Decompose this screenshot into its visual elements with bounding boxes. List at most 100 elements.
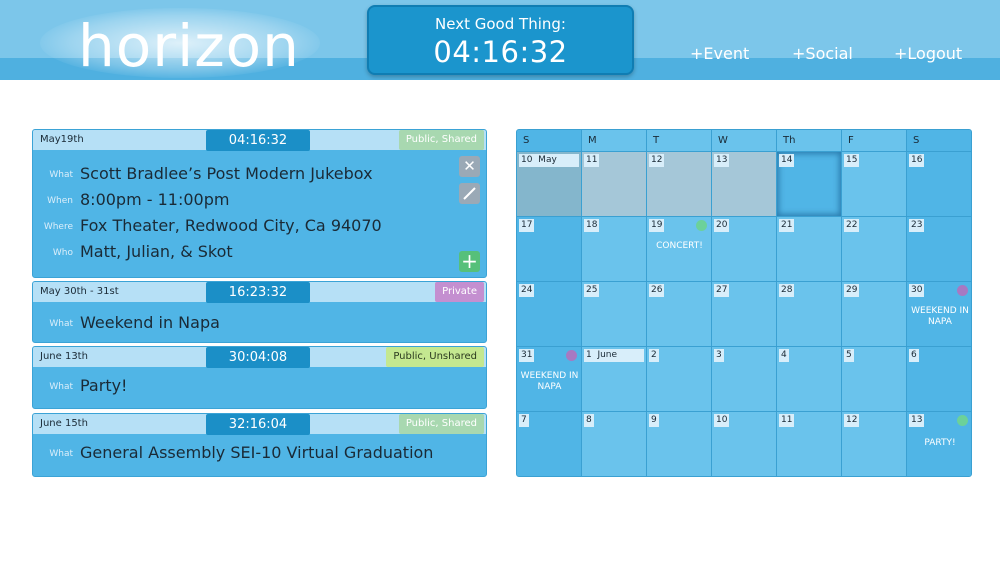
calendar-day-cell[interactable]: 18 [582,217,647,282]
visibility-badge[interactable]: Public, Shared [398,130,484,150]
countdown-label: Next Good Thing: [435,15,566,33]
row-label: What [49,170,73,180]
app-header: horizon Next Good Thing: 04:16:32 +Event… [0,0,1000,80]
calendar-day-cell[interactable]: 20 [712,217,777,282]
day-number: 18 [584,219,600,232]
calendar-day-cell[interactable]: 23 [907,217,971,282]
day-number: 15 [844,154,860,167]
logout-link[interactable]: +Logout [894,44,962,63]
event-card[interactable]: May 30th - 31st 16:23:32 Private What We… [32,281,487,343]
calendar-day-cell[interactable]: 9 [647,412,712,476]
calendar-day-cell[interactable]: 2 [647,347,712,412]
calendar-day-cell[interactable]: 12 [647,152,712,217]
day-number: 27 [714,284,730,297]
calendar-day-cell[interactable]: 7 [517,412,582,476]
calendar-day-cell[interactable]: 17 [517,217,582,282]
calendar-day-cell[interactable]: 26 [647,282,712,347]
event-row-where: Where Fox Theater, Redwood City, Ca 9407… [33,216,453,238]
calendar-day-cell[interactable]: 1 June [582,347,647,412]
event-dot-purple[interactable] [957,285,968,296]
calendar-day-cell[interactable]: 15 [842,152,907,217]
day-number: 20 [714,219,730,232]
weekday-header: S [517,130,582,152]
visibility-badge[interactable]: Public, Shared [398,414,484,434]
calendar-day-cell[interactable]: 14 [777,152,842,217]
next-good-thing-countdown[interactable]: Next Good Thing: 04:16:32 [367,5,634,75]
event-row-what: What Party! [33,376,453,398]
day-number: 5 [844,349,854,362]
calendar-day-cell[interactable]: 29 [842,282,907,347]
event-card-body: What General Assembly SEI-10 Virtual Gra… [33,434,486,476]
event-row-when: When 8:00pm - 11:00pm [33,190,453,212]
event-card-header: June 15th 32:16:04 Public, Shared [33,414,486,435]
calendar-day-cell[interactable]: 13 [712,152,777,217]
row-value: 8:00pm - 11:00pm [80,190,230,209]
add-icon[interactable]: + [459,251,480,272]
calendar-event-label[interactable]: WEEKEND IN NAPA [907,306,971,328]
calendar-day-cell[interactable]: 21 [777,217,842,282]
event-row-who: Who Matt, Julian, & Skot [33,242,453,264]
calendar-day-cell[interactable]: 10 [712,412,777,476]
event-dot-green[interactable] [957,415,968,426]
row-value: Matt, Julian, & Skot [80,242,233,261]
visibility-badge[interactable]: Private [435,282,484,302]
event-dot-purple[interactable] [566,350,577,361]
calendar-day-cell[interactable]: 5 [842,347,907,412]
pencil-icon [463,187,476,200]
calendar-day-cell[interactable]: 10 May [517,152,582,217]
visibility-badge[interactable]: Public, Unshared [386,347,484,367]
month-calendar: S M T W Th F S 10 May 11 12 13 14 15 16 17 18 19 20 21 22 2… [516,129,972,477]
event-date: June 13th [40,351,88,362]
countdown-time: 04:16:32 [433,35,568,69]
calendar-day-cell[interactable]: 4 [777,347,842,412]
calendar-day-cell[interactable]: 6 [907,347,971,412]
weekday-header: W [712,130,777,152]
day-number: 12 [844,414,860,427]
event-card[interactable]: June 13th 30:04:08 Public, Unshared What… [32,346,487,409]
day-number: 29 [844,284,860,297]
event-date: June 15th [40,418,88,429]
event-card-body: What Scott Bradlee’s Post Modern Jukebox… [33,150,486,277]
calendar-day-cell[interactable]: 28 [777,282,842,347]
calendar-day-cell[interactable]: 16 [907,152,971,217]
calendar-day-cell[interactable]: 22 [842,217,907,282]
day-number: 1 June [584,349,644,362]
row-value: Party! [80,376,128,395]
add-event-link[interactable]: +Event [690,44,749,63]
calendar-day-cell[interactable]: 25 [582,282,647,347]
calendar-day-cell[interactable]: 12 [842,412,907,476]
day-number: 12 [649,154,665,167]
add-social-link[interactable]: +Social [792,44,853,63]
event-dot-green[interactable] [696,220,707,231]
calendar-event-label[interactable]: CONCERT! [647,241,712,252]
event-card-header: May 30th - 31st 16:23:32 Private [33,282,486,303]
day-number: 13 [714,154,730,167]
day-number: 28 [779,284,795,297]
event-timer: 30:04:08 [206,347,310,368]
event-timer: 32:16:04 [206,414,310,435]
day-number: 3 [714,349,724,362]
calendar-event-label[interactable]: PARTY! [907,438,971,449]
calendar-event-label[interactable]: WEEKEND IN NAPA [517,371,582,393]
edit-icon[interactable] [459,183,480,204]
event-timer: 04:16:32 [206,130,310,151]
day-number: 17 [519,219,535,232]
calendar-day-cell[interactable]: 24 [517,282,582,347]
day-number: 13 [909,414,925,427]
day-number: 6 [909,349,919,362]
event-card[interactable]: June 15th 32:16:04 Public, Shared What G… [32,413,487,477]
app-logo[interactable]: horizon [78,6,300,80]
calendar-day-cell[interactable]: 3 [712,347,777,412]
day-number: 21 [779,219,795,232]
day-number: 4 [779,349,789,362]
close-icon[interactable]: ✕ [459,156,480,177]
day-number: 31 [519,349,535,362]
row-label: Who [52,248,73,258]
day-number: 16 [909,154,925,167]
event-card[interactable]: May19th 04:16:32 Public, Shared What Sco… [32,129,487,278]
calendar-day-cell[interactable]: 8 [582,412,647,476]
calendar-day-cell[interactable]: 27 [712,282,777,347]
day-number: 24 [519,284,535,297]
calendar-day-cell[interactable]: 11 [582,152,647,217]
calendar-day-cell[interactable]: 11 [777,412,842,476]
